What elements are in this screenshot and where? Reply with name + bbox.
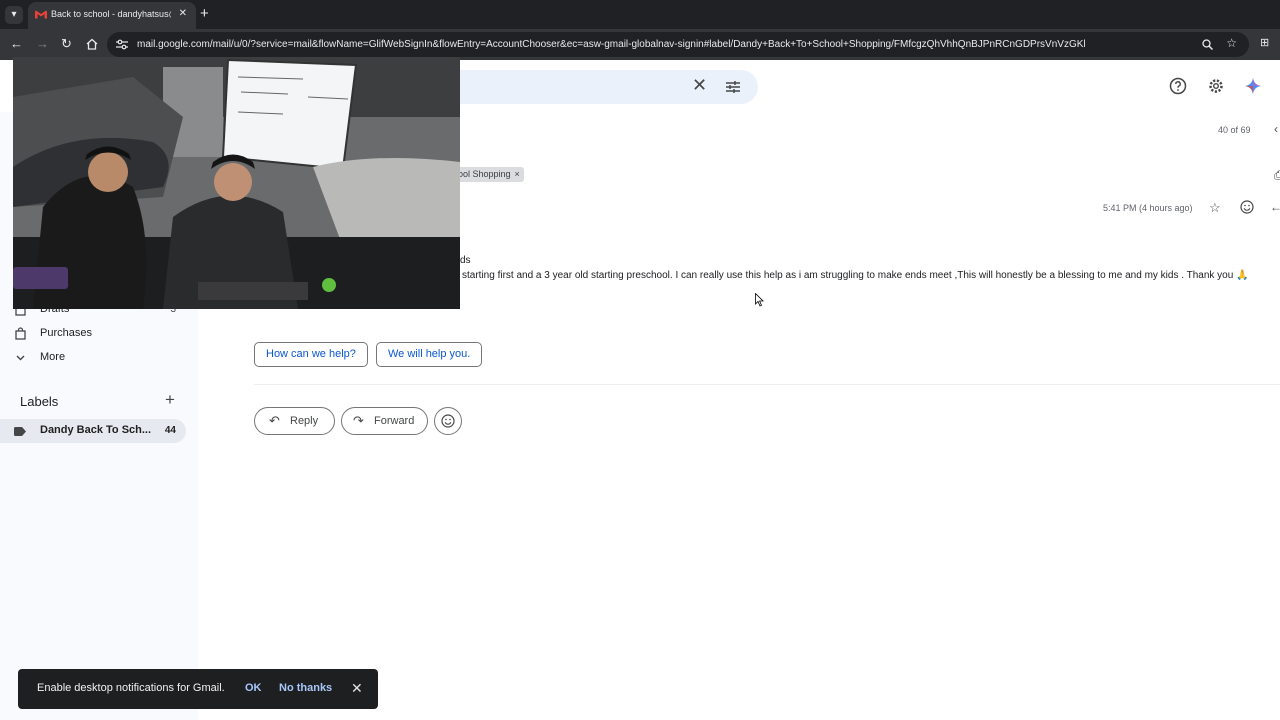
snackbar-message: Enable desktop notifications for Gmail. bbox=[37, 682, 225, 694]
no-thanks-button[interactable]: No thanks bbox=[279, 682, 332, 694]
message-body-line: starting first and a 3 year old starting… bbox=[462, 270, 1249, 281]
extension-icon[interactable]: ⊞ bbox=[1260, 36, 1269, 49]
forward-icon[interactable]: → bbox=[36, 36, 49, 51]
smart-reply-button[interactable]: We will help you. bbox=[376, 342, 483, 367]
browser-tab-strip: ▾ Back to school - dandyhatsus@ ✕ + bbox=[0, 0, 1280, 29]
message-pager: 40 of 69 bbox=[1218, 125, 1251, 135]
clear-search-icon[interactable]: ✕ bbox=[692, 75, 707, 96]
webcam-video-frame bbox=[13, 57, 460, 309]
remove-label-icon[interactable]: × bbox=[515, 169, 520, 179]
labels-heading: Labels bbox=[20, 394, 59, 409]
tab-list-icon[interactable]: ▾ bbox=[5, 6, 23, 24]
emoji-reaction-icon[interactable] bbox=[1240, 200, 1254, 214]
home-icon[interactable] bbox=[86, 38, 98, 50]
forward-icon: ↷ bbox=[353, 413, 364, 428]
tab-close-icon[interactable]: ✕ bbox=[179, 8, 187, 19]
webcam-overlay bbox=[13, 57, 460, 309]
sidebar-item-more[interactable]: More bbox=[0, 346, 186, 370]
sidebar-item-label: More bbox=[40, 351, 66, 363]
browser-toolbar: ← → ↻ mail.google.com/mail/u/0/?service=… bbox=[0, 29, 1280, 60]
settings-icon[interactable] bbox=[1207, 77, 1225, 95]
divider bbox=[254, 384, 1280, 385]
emoji-reaction-button[interactable] bbox=[434, 407, 462, 435]
sidebar-label-count: 44 bbox=[164, 425, 176, 436]
sidebar-item-label: Purchases bbox=[40, 327, 92, 339]
shopping-bag-icon bbox=[15, 327, 26, 340]
forward-button-label: Forward bbox=[374, 415, 415, 427]
close-icon[interactable]: ✕ bbox=[351, 680, 363, 697]
emoji-icon bbox=[441, 414, 455, 428]
mouse-cursor-icon bbox=[755, 293, 764, 307]
message-body-line: ds bbox=[460, 255, 471, 266]
print-icon[interactable]: ⎙ bbox=[1274, 168, 1280, 183]
star-icon[interactable]: ☆ bbox=[1209, 200, 1221, 216]
smart-reply-button[interactable]: How can we help? bbox=[254, 342, 368, 367]
notification-snackbar: Enable desktop notifications for Gmail. … bbox=[18, 669, 378, 709]
reply-button[interactable]: ↶ Reply bbox=[254, 407, 335, 435]
tab-title: Back to school - dandyhatsus@ bbox=[51, 9, 171, 19]
bookmark-star-icon[interactable]: ☆ bbox=[1226, 36, 1237, 50]
label-tag-icon bbox=[14, 427, 26, 436]
search-options-icon[interactable] bbox=[725, 79, 741, 95]
browser-tab[interactable]: Back to school - dandyhatsus@ ✕ bbox=[28, 2, 196, 29]
forward-button[interactable]: ↷ Forward bbox=[341, 407, 428, 435]
reply-icon: ↶ bbox=[269, 413, 280, 428]
sidebar-label-dandy-back-to-school[interactable]: Dandy Back To Sch... 44 bbox=[0, 419, 186, 443]
reply-icon[interactable]: ← bbox=[1270, 200, 1280, 214]
message-timestamp: 5:41 PM (4 hours ago) bbox=[1103, 203, 1193, 213]
label-chip: ool Shopping × bbox=[454, 167, 524, 182]
reload-icon[interactable]: ↻ bbox=[61, 36, 72, 52]
sidebar-item-purchases[interactable]: Purchases bbox=[0, 322, 186, 346]
new-tab-button[interactable]: + bbox=[200, 5, 209, 22]
chevron-down-icon bbox=[16, 355, 25, 361]
enable-notifications-ok-button[interactable]: OK bbox=[245, 682, 262, 694]
reply-button-label: Reply bbox=[290, 415, 319, 427]
gemini-icon[interactable] bbox=[1244, 77, 1262, 95]
sidebar-label-name: Dandy Back To Sch... bbox=[40, 424, 152, 436]
site-settings-icon[interactable] bbox=[116, 39, 128, 50]
address-bar[interactable]: mail.google.com/mail/u/0/?service=mail&f… bbox=[107, 32, 1249, 57]
support-icon[interactable] bbox=[1169, 77, 1187, 95]
gmail-favicon bbox=[35, 10, 47, 19]
zoom-icon[interactable] bbox=[1202, 39, 1213, 50]
chevron-left-icon[interactable]: ‹ bbox=[1274, 122, 1278, 136]
create-label-button[interactable]: + bbox=[165, 390, 175, 410]
url-text[interactable]: mail.google.com/mail/u/0/?service=mail&f… bbox=[137, 39, 1117, 50]
back-icon[interactable]: ← bbox=[10, 36, 23, 51]
label-chip-text: ool Shopping bbox=[458, 169, 511, 179]
